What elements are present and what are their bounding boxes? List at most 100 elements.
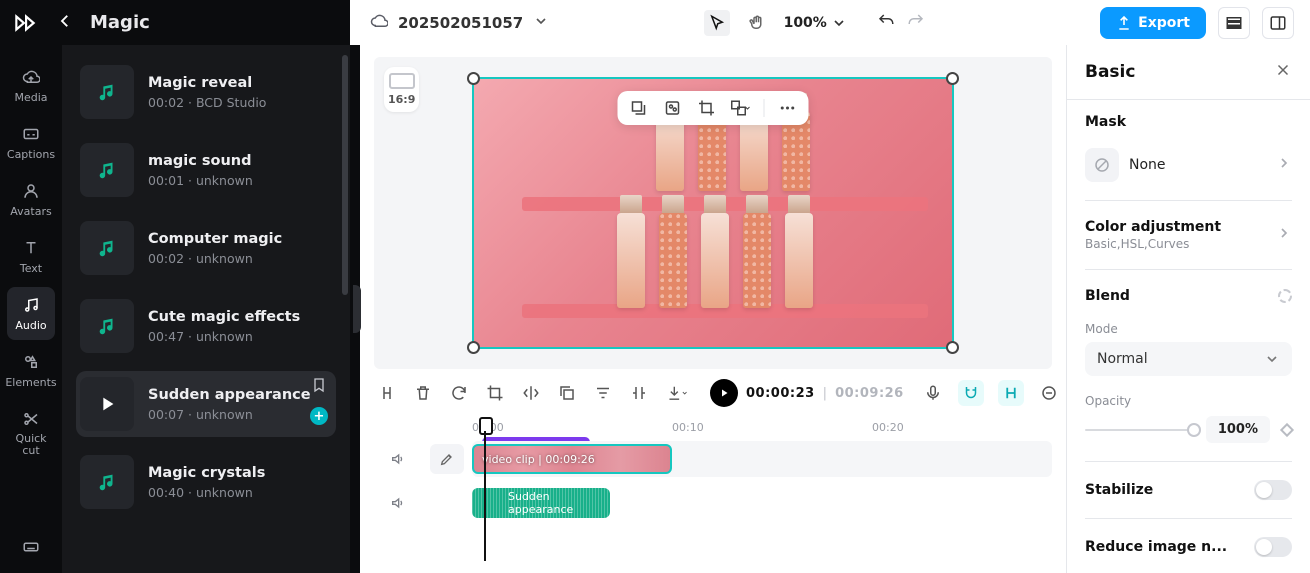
play-button[interactable] — [710, 379, 738, 407]
keyframe-icon[interactable] — [1280, 422, 1294, 436]
opacity-slider[interactable] — [1085, 423, 1194, 437]
timeline-ruler[interactable]: 00:00 00:10 00:20 — [472, 417, 1052, 441]
cloud-upload-icon — [21, 67, 41, 87]
mic-button[interactable] — [922, 382, 944, 404]
mode-label: Mode — [1085, 322, 1292, 336]
sound-item[interactable]: Magic reveal 00:02 · BCD Studio — [76, 59, 336, 125]
cursor-tool[interactable] — [704, 10, 730, 36]
music-note-icon — [80, 221, 134, 275]
chevron-down-icon — [1264, 351, 1280, 367]
split-button[interactable] — [378, 382, 396, 404]
scrollbar[interactable] — [342, 55, 348, 295]
aspect-ratio-button[interactable]: 16:9 — [384, 67, 419, 112]
filters-button[interactable] — [594, 382, 612, 404]
snap-button[interactable] — [998, 380, 1024, 406]
reverse-button[interactable] — [630, 382, 648, 404]
back-button[interactable] — [50, 6, 80, 40]
rail-keyboard[interactable] — [7, 529, 55, 565]
project-name[interactable]: 202502051057 — [398, 14, 523, 32]
canvas-context-toolbar — [618, 91, 809, 125]
panel-title: Magic — [90, 12, 150, 33]
mirror-button[interactable] — [522, 382, 540, 404]
audio-clip[interactable]: Sudden appearance — [472, 488, 610, 518]
close-icon[interactable] — [1274, 61, 1292, 83]
resize-handle-br[interactable] — [946, 341, 959, 354]
replace-icon[interactable] — [730, 97, 752, 119]
copy-button[interactable] — [558, 382, 576, 404]
viewer[interactable]: 16:9 — [374, 57, 1052, 369]
play-icon[interactable] — [80, 377, 134, 431]
rail-label: Media — [14, 91, 47, 104]
reset-icon[interactable] — [1278, 289, 1292, 303]
cloud-icon — [370, 12, 388, 34]
audio-track[interactable]: Sudden appearance — [472, 485, 1052, 521]
download-button[interactable] — [666, 382, 688, 404]
export-button[interactable]: Export — [1100, 7, 1206, 39]
delete-button[interactable] — [414, 382, 432, 404]
rail-label: Avatars — [10, 205, 51, 218]
keyboard-icon — [21, 537, 41, 557]
zoom-level[interactable]: 100% — [784, 15, 847, 31]
cutout-icon[interactable] — [628, 97, 650, 119]
rail-avatars[interactable]: Avatars — [7, 173, 55, 226]
panel-collapse-nub[interactable] — [350, 45, 360, 573]
rail-media[interactable]: Media — [7, 59, 55, 112]
retouch-icon[interactable] — [662, 97, 684, 119]
app-logo[interactable] — [10, 8, 40, 38]
opacity-value[interactable]: 100% — [1206, 416, 1270, 443]
add-button[interactable]: + — [310, 407, 328, 425]
rail-elements[interactable]: Elements — [7, 344, 55, 397]
zoom-value: 100% — [784, 15, 827, 31]
slider-thumb[interactable] — [1187, 423, 1201, 437]
ratio-box-icon — [389, 73, 415, 89]
mask-selector[interactable]: None — [1085, 148, 1292, 182]
magnet-button[interactable] — [958, 380, 984, 406]
opacity-label: Opacity — [1085, 394, 1292, 408]
resize-handle-tr[interactable] — [946, 72, 959, 85]
crop-button[interactable] — [486, 382, 504, 404]
more-icon[interactable] — [777, 97, 799, 119]
refresh-button[interactable] — [450, 382, 468, 404]
music-note-icon — [80, 299, 134, 353]
sound-item-selected[interactable]: Sudden appearance 00:07 · unknown + — [76, 371, 336, 437]
bookmark-icon[interactable] — [311, 377, 327, 397]
redo-button[interactable] — [907, 12, 925, 34]
rail-text[interactable]: Text — [7, 230, 55, 283]
chevron-down-icon[interactable] — [533, 13, 549, 33]
stabilize-label: Stabilize — [1085, 482, 1153, 498]
layout-button-1[interactable] — [1218, 7, 1250, 39]
rail-label: Text — [20, 262, 42, 275]
stabilize-toggle[interactable] — [1254, 480, 1292, 500]
video-track[interactable]: video clip | 00:09:26 — [472, 441, 1052, 477]
sound-meta: 00:02 · BCD Studio — [148, 95, 266, 110]
crop-icon[interactable] — [696, 97, 718, 119]
canvas-selection[interactable] — [472, 77, 954, 349]
rail-captions[interactable]: Captions — [7, 116, 55, 169]
layout-button-2[interactable] — [1262, 7, 1294, 39]
rail-quick-cut[interactable]: Quick cut — [7, 401, 55, 465]
hand-tool[interactable] — [744, 10, 770, 36]
sound-item[interactable]: Cute magic effects 00:47 · unknown — [76, 293, 336, 359]
sound-item[interactable]: Magic crystals 00:40 · unknown — [76, 449, 336, 515]
track-mute-video[interactable] — [374, 451, 422, 467]
total-time: 00:09:26 — [835, 386, 904, 401]
blend-mode-select[interactable]: Normal — [1085, 342, 1292, 376]
reduce-noise-toggle[interactable] — [1254, 537, 1292, 557]
sound-item[interactable]: magic sound 00:01 · unknown — [76, 137, 336, 203]
color-adjustment-row[interactable]: Color adjustment Basic,HSL,Curves — [1085, 219, 1292, 251]
sound-title: Sudden appearance — [148, 387, 311, 403]
track-edit-button[interactable] — [430, 444, 464, 474]
music-note-icon — [80, 65, 134, 119]
sound-meta: 00:40 · unknown — [148, 485, 265, 500]
undo-button[interactable] — [877, 12, 895, 34]
sound-title: magic sound — [148, 153, 253, 169]
track-mute-audio[interactable] — [374, 495, 422, 511]
none-icon — [1085, 148, 1119, 182]
zoom-out-button[interactable] — [1038, 382, 1060, 404]
resize-handle-tl[interactable] — [467, 72, 480, 85]
rail-audio[interactable]: Audio — [7, 287, 55, 340]
video-clip[interactable]: video clip | 00:09:26 — [472, 444, 672, 474]
rail-label: Audio — [15, 319, 46, 332]
sound-item[interactable]: Computer magic 00:02 · unknown — [76, 215, 336, 281]
resize-handle-bl[interactable] — [467, 341, 480, 354]
